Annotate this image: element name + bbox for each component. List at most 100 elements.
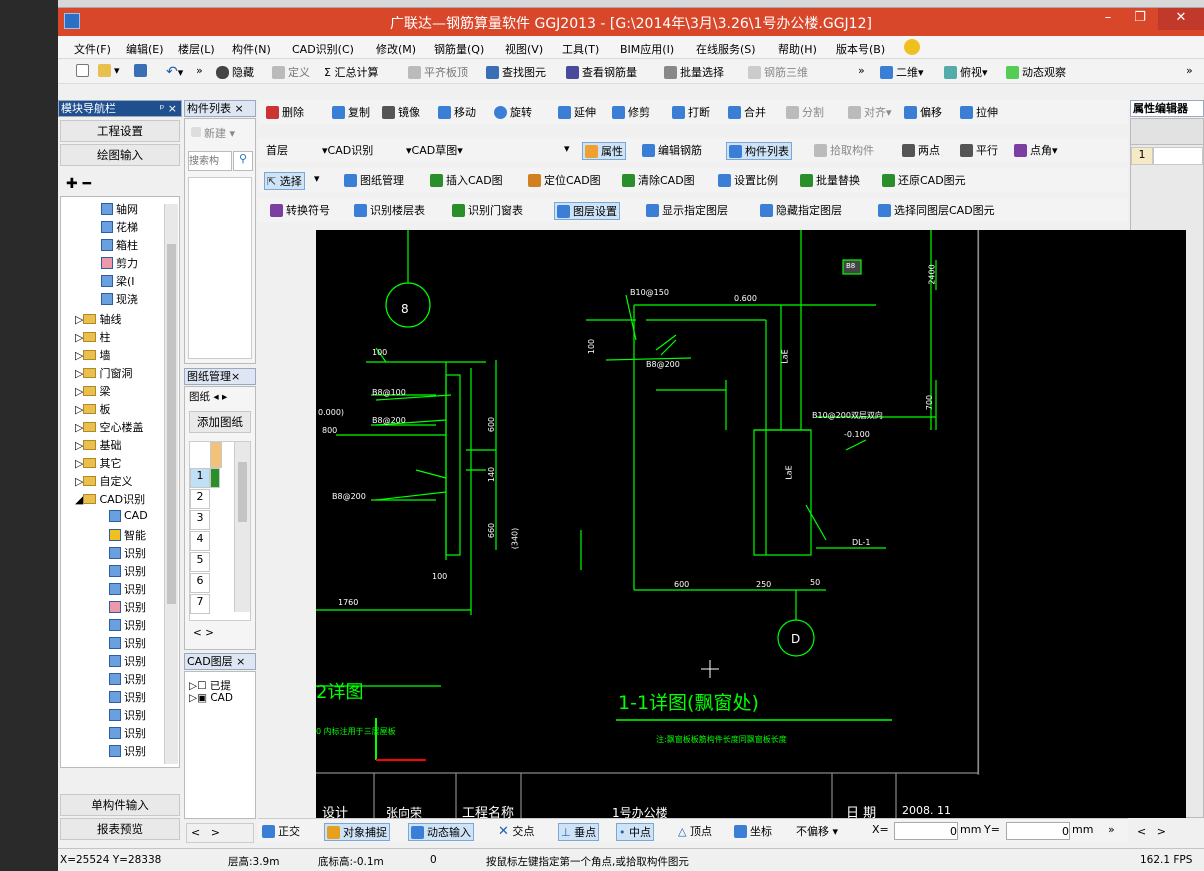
locate-cad-button[interactable]: 定位CAD图 [528, 172, 601, 188]
tree-item[interactable]: 识别 [109, 725, 146, 741]
add-drawing-button[interactable]: 添加图纸 [189, 411, 251, 433]
offset-select[interactable]: 不偏移 ▾ [796, 823, 838, 839]
pick-component-button[interactable]: 拾取构件 [814, 142, 874, 158]
dynamic-input-button[interactable]: 动态输入 [408, 823, 474, 841]
save-icon[interactable] [134, 64, 150, 77]
drawing-row-num[interactable]: 6 [190, 573, 210, 593]
drawing-row-num[interactable]: 1 [190, 468, 210, 488]
hide-button[interactable]: 隐藏 [216, 64, 254, 80]
snap-toolbar-more[interactable]: » [1108, 823, 1115, 836]
drawing-mgmt-button[interactable]: 图纸管理 [344, 172, 404, 188]
tree-item[interactable]: 箱柱 [101, 237, 138, 253]
layer-settings-button[interactable]: 图层设置 [554, 202, 620, 220]
dropdown-arrow-icon[interactable]: ▾ [564, 142, 570, 155]
merge-button[interactable]: 合并 [728, 104, 766, 120]
delete-button[interactable]: 删除 [266, 104, 304, 120]
floor-select[interactable]: 首层 [266, 142, 288, 158]
tree-folder-foundation[interactable]: ▷ 基础 [75, 437, 121, 453]
tree-folder-axis[interactable]: ▷ 轴线 [75, 311, 121, 327]
tree-item[interactable]: 剪力 [101, 255, 138, 271]
rotate-button[interactable]: 旋转 [494, 104, 532, 120]
more-icon[interactable]: » [196, 64, 203, 77]
component-search-input[interactable] [188, 151, 232, 171]
nav-pin-icon[interactable]: ᵖ × [160, 101, 177, 116]
tree-item[interactable]: 智能 [109, 527, 146, 543]
tree-item[interactable]: 识别 [109, 707, 146, 723]
smile-icon[interactable] [904, 39, 920, 55]
recog-door-button[interactable]: 识别门窗表 [452, 202, 523, 218]
drawing-row-num[interactable]: 7 [190, 594, 210, 614]
cad-canvas[interactable]: 8 D B8 100 B8@100 B8@200 B8@200 600 140 … [316, 230, 1186, 818]
new-component-button[interactable]: 新建 ▾ [191, 125, 235, 141]
select-same-layer-button[interactable]: 选择同图层CAD图元 [878, 202, 995, 218]
menu-bim[interactable]: BIM应用(I) [620, 41, 674, 57]
extend-button[interactable]: 延伸 [558, 104, 596, 120]
object-snap-button[interactable]: 对象捕捉 [324, 823, 390, 841]
menu-component[interactable]: 构件(N) [232, 41, 271, 57]
split-button[interactable]: 分割 [786, 104, 824, 120]
rebar-3d-button[interactable]: 钢筋三维 [748, 64, 808, 80]
property-row-value[interactable] [1153, 147, 1203, 165]
open-icon[interactable]: ▾ [98, 64, 120, 77]
vertex-button[interactable]: △ 顶点 [678, 823, 712, 839]
ortho-button[interactable]: 正交 [262, 823, 300, 839]
cad-sketch-select[interactable]: ▾ CAD草图 ▾ [406, 142, 463, 158]
nav-tree-scrollbar[interactable] [164, 204, 178, 764]
property-row-num[interactable]: 1 [1131, 147, 1153, 165]
define-button[interactable]: 定义 [272, 64, 310, 80]
dynamic-observe-button[interactable]: 动态观察 [1006, 64, 1066, 80]
drawing-row-cell[interactable] [210, 468, 220, 488]
view-rebar-button[interactable]: 查看钢筋量 [566, 64, 637, 80]
menu-help[interactable]: 帮助(H) [778, 41, 817, 57]
bird-view-button[interactable]: 俯视 ▾ [944, 64, 988, 80]
select-button[interactable]: ⇱ 选择 [264, 172, 305, 190]
property-scroll[interactable]: < > [1137, 825, 1166, 838]
menu-floor[interactable]: 楼层(L) [178, 41, 215, 57]
undo-icon[interactable]: ↶ ▾ [166, 64, 183, 80]
property-button[interactable]: 属性 [582, 142, 626, 160]
tree-item[interactable]: 识别 [109, 653, 146, 669]
select-dropdown-icon[interactable]: ▾ [314, 172, 320, 185]
toolbar1-overflow[interactable]: » [858, 64, 865, 77]
two-point-button[interactable]: 两点 [902, 142, 940, 158]
edit-rebar-button[interactable]: 编辑钢筋 [642, 142, 702, 158]
insert-cad-button[interactable]: 插入CAD图 [430, 172, 503, 188]
tree-item[interactable]: 现浇 [101, 291, 138, 307]
tree-folder-custom[interactable]: ▷ 自定义 [75, 473, 132, 489]
menu-rebar[interactable]: 钢筋量(Q) [434, 41, 484, 57]
cad-recognize-select[interactable]: ▾ CAD识别 [322, 142, 373, 158]
tree-item[interactable]: 花梯 [101, 219, 138, 235]
tree-item[interactable]: 识别 [109, 599, 146, 615]
menu-view[interactable]: 视图(V) [505, 41, 543, 57]
move-button[interactable]: 移动 [438, 104, 476, 120]
drawing-grid-scrollbar[interactable] [234, 442, 250, 612]
report-preview-button[interactable]: 报表预览 [60, 818, 180, 840]
drawing-row-num[interactable]: 5 [190, 552, 210, 572]
search-icon[interactable]: ⚲ [233, 151, 253, 171]
tree-folder-other[interactable]: ▷ 其它 [75, 455, 121, 471]
tree-item[interactable]: 识别 [109, 689, 146, 705]
view2d-button[interactable]: 二维 ▾ [880, 64, 924, 80]
offset-button[interactable]: 偏移 [904, 104, 942, 120]
drawing-row-num[interactable]: 2 [190, 489, 210, 509]
batch-select-button[interactable]: 批量选择 [664, 64, 724, 80]
drawing-grid-nav[interactable]: < > [193, 627, 214, 639]
convert-symbol-button[interactable]: 转换符号 [270, 202, 330, 218]
sum-button[interactable]: Σ 汇总计算 [324, 64, 378, 80]
tree-item[interactable]: 识别 [109, 743, 146, 759]
tree-folder-opening[interactable]: ▷ 门窗洞 [75, 365, 132, 381]
intersect-button[interactable]: ✕ 交点 [498, 823, 534, 839]
menu-online[interactable]: 在线服务(S) [696, 41, 756, 57]
tree-item[interactable]: 识别 [109, 545, 146, 561]
copy-button[interactable]: 复制 [332, 104, 370, 120]
stretch-button[interactable]: 拉伸 [960, 104, 998, 120]
batch-replace-button[interactable]: 批量替换 [800, 172, 860, 188]
menu-cad[interactable]: CAD识别(C) [292, 41, 354, 57]
tree-folder-cad[interactable]: ◢ CAD识别 [75, 491, 145, 507]
project-settings-button[interactable]: 工程设置 [60, 120, 180, 142]
tree-folder-column[interactable]: ▷ 柱 [75, 329, 110, 345]
angle-button[interactable]: 点角 ▾ [1014, 142, 1058, 158]
tree-folder-hollow[interactable]: ▷ 空心楼盖 [75, 419, 143, 435]
tree-item[interactable]: CAD [109, 509, 148, 522]
menu-modify[interactable]: 修改(M) [376, 41, 416, 57]
